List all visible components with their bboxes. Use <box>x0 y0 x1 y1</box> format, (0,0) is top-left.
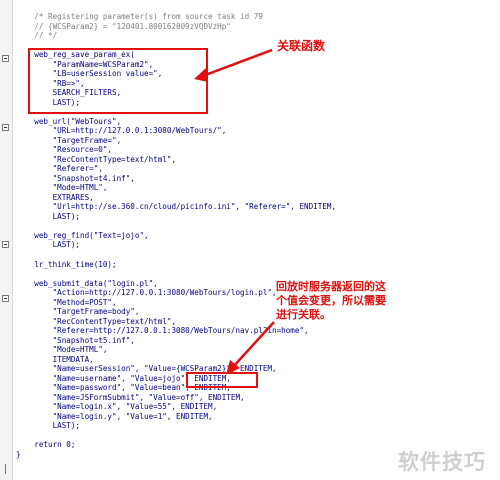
arrow-to-param-icon <box>231 321 275 369</box>
watermark: 软件技巧 <box>398 450 486 474</box>
annotation-arrows <box>194 48 275 375</box>
arrow-to-function-icon <box>199 48 273 79</box>
arrow-head-icon <box>194 68 208 82</box>
